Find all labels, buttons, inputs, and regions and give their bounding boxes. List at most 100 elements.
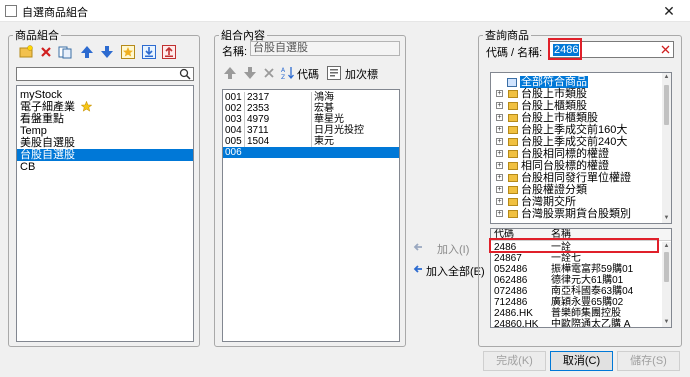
scroll-thumb[interactable]: [664, 252, 669, 282]
folder-icon: [508, 102, 518, 110]
results-scrollbar[interactable]: ▲ ▼: [662, 242, 671, 327]
row-index: 001: [225, 92, 242, 103]
folder-icon: [508, 198, 518, 206]
tree-node-label: 台股上櫃類股: [521, 100, 587, 112]
tree-node[interactable]: + 台股相同發行單位權證: [491, 172, 661, 184]
search-icon[interactable]: [179, 68, 191, 80]
close-button[interactable]: ✕: [648, 0, 690, 22]
table-row[interactable]: 005 1504 東元: [223, 136, 399, 147]
table-row-selected[interactable]: 006: [223, 147, 399, 158]
row-index: 006: [225, 147, 242, 158]
portfolio-name-value: 台股自選股: [253, 42, 308, 54]
result-row[interactable]: 712486 廣穎永豐65購02: [491, 298, 661, 308]
scroll-down-icon[interactable]: ▼: [662, 214, 671, 223]
scroll-up-icon[interactable]: ▲: [662, 73, 671, 82]
row-index: 003: [225, 114, 242, 125]
portfolio-item[interactable]: myStock: [17, 89, 193, 101]
export-icon[interactable]: [162, 45, 176, 59]
tree-node[interactable]: + 台股上季成交前160大: [491, 124, 661, 136]
scroll-down-icon[interactable]: ▼: [662, 318, 671, 327]
tree-node[interactable]: + 台灣股票期貨台股類別: [491, 208, 661, 220]
result-row[interactable]: 052486 振樺電富邦59購01: [491, 265, 661, 275]
add-subheading-icon[interactable]: [327, 66, 341, 80]
row-code: 2317: [244, 92, 312, 103]
result-code: 052486: [494, 264, 528, 275]
portfolio-item[interactable]: CB: [17, 161, 193, 173]
tree-scrollbar[interactable]: ▲ ▼: [662, 73, 671, 223]
clear-icon[interactable]: [661, 45, 670, 54]
new-folder-icon[interactable]: [19, 45, 33, 59]
expand-icon[interactable]: +: [496, 210, 503, 217]
row-code: 3711: [244, 125, 312, 136]
move-up-icon[interactable]: [223, 66, 237, 80]
portfolio-search-input[interactable]: [16, 67, 194, 81]
tree-node[interactable]: + 台股上市類股: [491, 88, 661, 100]
import-icon[interactable]: [142, 45, 156, 59]
tree-node-label: 台股上市櫃類股: [521, 112, 598, 124]
row-name: 宏碁: [311, 103, 398, 114]
expand-icon[interactable]: +: [496, 90, 503, 97]
portfolio-item[interactable]: 美股自選股: [17, 137, 193, 149]
table-row[interactable]: 002 2353 宏碁: [223, 103, 399, 114]
expand-icon[interactable]: +: [496, 186, 503, 193]
add-subheading-button[interactable]: 加次標: [345, 66, 378, 82]
move-down-icon[interactable]: [100, 45, 114, 59]
tree-node[interactable]: + 台灣期交所: [491, 196, 661, 208]
query-label: 代碼 / 名稱:: [486, 47, 543, 59]
result-code: 062486: [494, 275, 528, 286]
portfolio-item-label: 電子細產業: [20, 101, 75, 113]
expand-icon[interactable]: +: [496, 150, 503, 157]
add-all-button[interactable]: 加入全部(E): [426, 263, 485, 279]
expand-icon[interactable]: +: [496, 138, 503, 145]
scroll-thumb[interactable]: [664, 85, 669, 125]
expand-icon[interactable]: +: [496, 114, 503, 121]
portfolio-content-table[interactable]: 001 2317 鴻海 002 2353 宏碁 003 4979 華星光 004 3711 日月…: [222, 89, 400, 342]
portfolio-list[interactable]: myStock 電子細產業 看盤重點 Temp 美股自選股 台股自選股 CB: [16, 85, 194, 342]
result-row[interactable]: 2486.HK 普樂師集團控股: [491, 309, 661, 319]
result-row[interactable]: 24867 一詮七: [491, 254, 661, 264]
tree-node[interactable]: + 台股上櫃類股: [491, 100, 661, 112]
result-name: 廣穎永豐65購02: [551, 297, 624, 308]
add-button[interactable]: 加入(I): [437, 241, 469, 257]
expand-icon[interactable]: +: [496, 162, 503, 169]
save-button[interactable]: 儲存(S): [617, 351, 680, 371]
tree-node-all[interactable]: 全部符合商品: [491, 76, 661, 88]
tree-node-label: 台股上季成交前160大: [521, 124, 628, 136]
table-row[interactable]: 004 3711 日月光投控: [223, 125, 399, 136]
sort-by-code-button[interactable]: 代碼: [297, 66, 319, 82]
portfolio-item-selected[interactable]: 台股自選股: [17, 149, 193, 161]
remove-icon[interactable]: [262, 66, 276, 80]
copy-icon[interactable]: [58, 45, 72, 59]
query-highlight-box: [548, 38, 582, 60]
tree-node[interactable]: + 台股權證分類: [491, 184, 661, 196]
expand-icon[interactable]: +: [496, 198, 503, 205]
cancel-button[interactable]: 取消(C): [550, 351, 613, 371]
portfolio-item[interactable]: 看盤重點: [17, 113, 193, 125]
result-row[interactable]: 072486 南亞科國泰63購04: [491, 287, 661, 297]
tree-node[interactable]: + 相同台股標的權證: [491, 160, 661, 172]
category-tree[interactable]: 全部符合商品 + 台股上市類股 + 台股上櫃類股 + 台股上市櫃類股 + 台股上季成交前…: [490, 72, 672, 224]
sort-icon[interactable]: AZ: [281, 66, 295, 80]
tree-node[interactable]: + 台股上市櫃類股: [491, 112, 661, 124]
favorite-icon[interactable]: [121, 45, 135, 59]
result-row[interactable]: 24860.HK 中歐際通太乙購 A: [491, 320, 661, 328]
portfolio-item[interactable]: Temp: [17, 125, 193, 137]
tree-node[interactable]: + 台股上季成交前240大: [491, 136, 661, 148]
portfolio-item[interactable]: 電子細產業: [17, 101, 193, 113]
expand-icon[interactable]: +: [496, 174, 503, 181]
tree-node-label: 台股上季成交前240大: [521, 136, 628, 148]
expand-icon[interactable]: +: [496, 126, 503, 133]
delete-icon[interactable]: [39, 45, 53, 59]
tree-node-label: 台灣期交所: [521, 196, 576, 208]
scroll-up-icon[interactable]: ▲: [662, 242, 671, 251]
portfolio-name-field[interactable]: 台股自選股: [250, 41, 400, 56]
table-row[interactable]: 001 2317 鴻海: [223, 92, 399, 103]
expand-icon[interactable]: +: [496, 102, 503, 109]
finish-button[interactable]: 完成(K): [483, 351, 546, 371]
folder-icon: [508, 126, 518, 134]
move-up-icon[interactable]: [80, 45, 94, 59]
table-row[interactable]: 003 4979 華星光: [223, 114, 399, 125]
move-down-icon[interactable]: [243, 66, 257, 80]
result-row[interactable]: 062486 德律元大61購01: [491, 276, 661, 286]
tree-node[interactable]: + 台股相同標的權證: [491, 148, 661, 160]
